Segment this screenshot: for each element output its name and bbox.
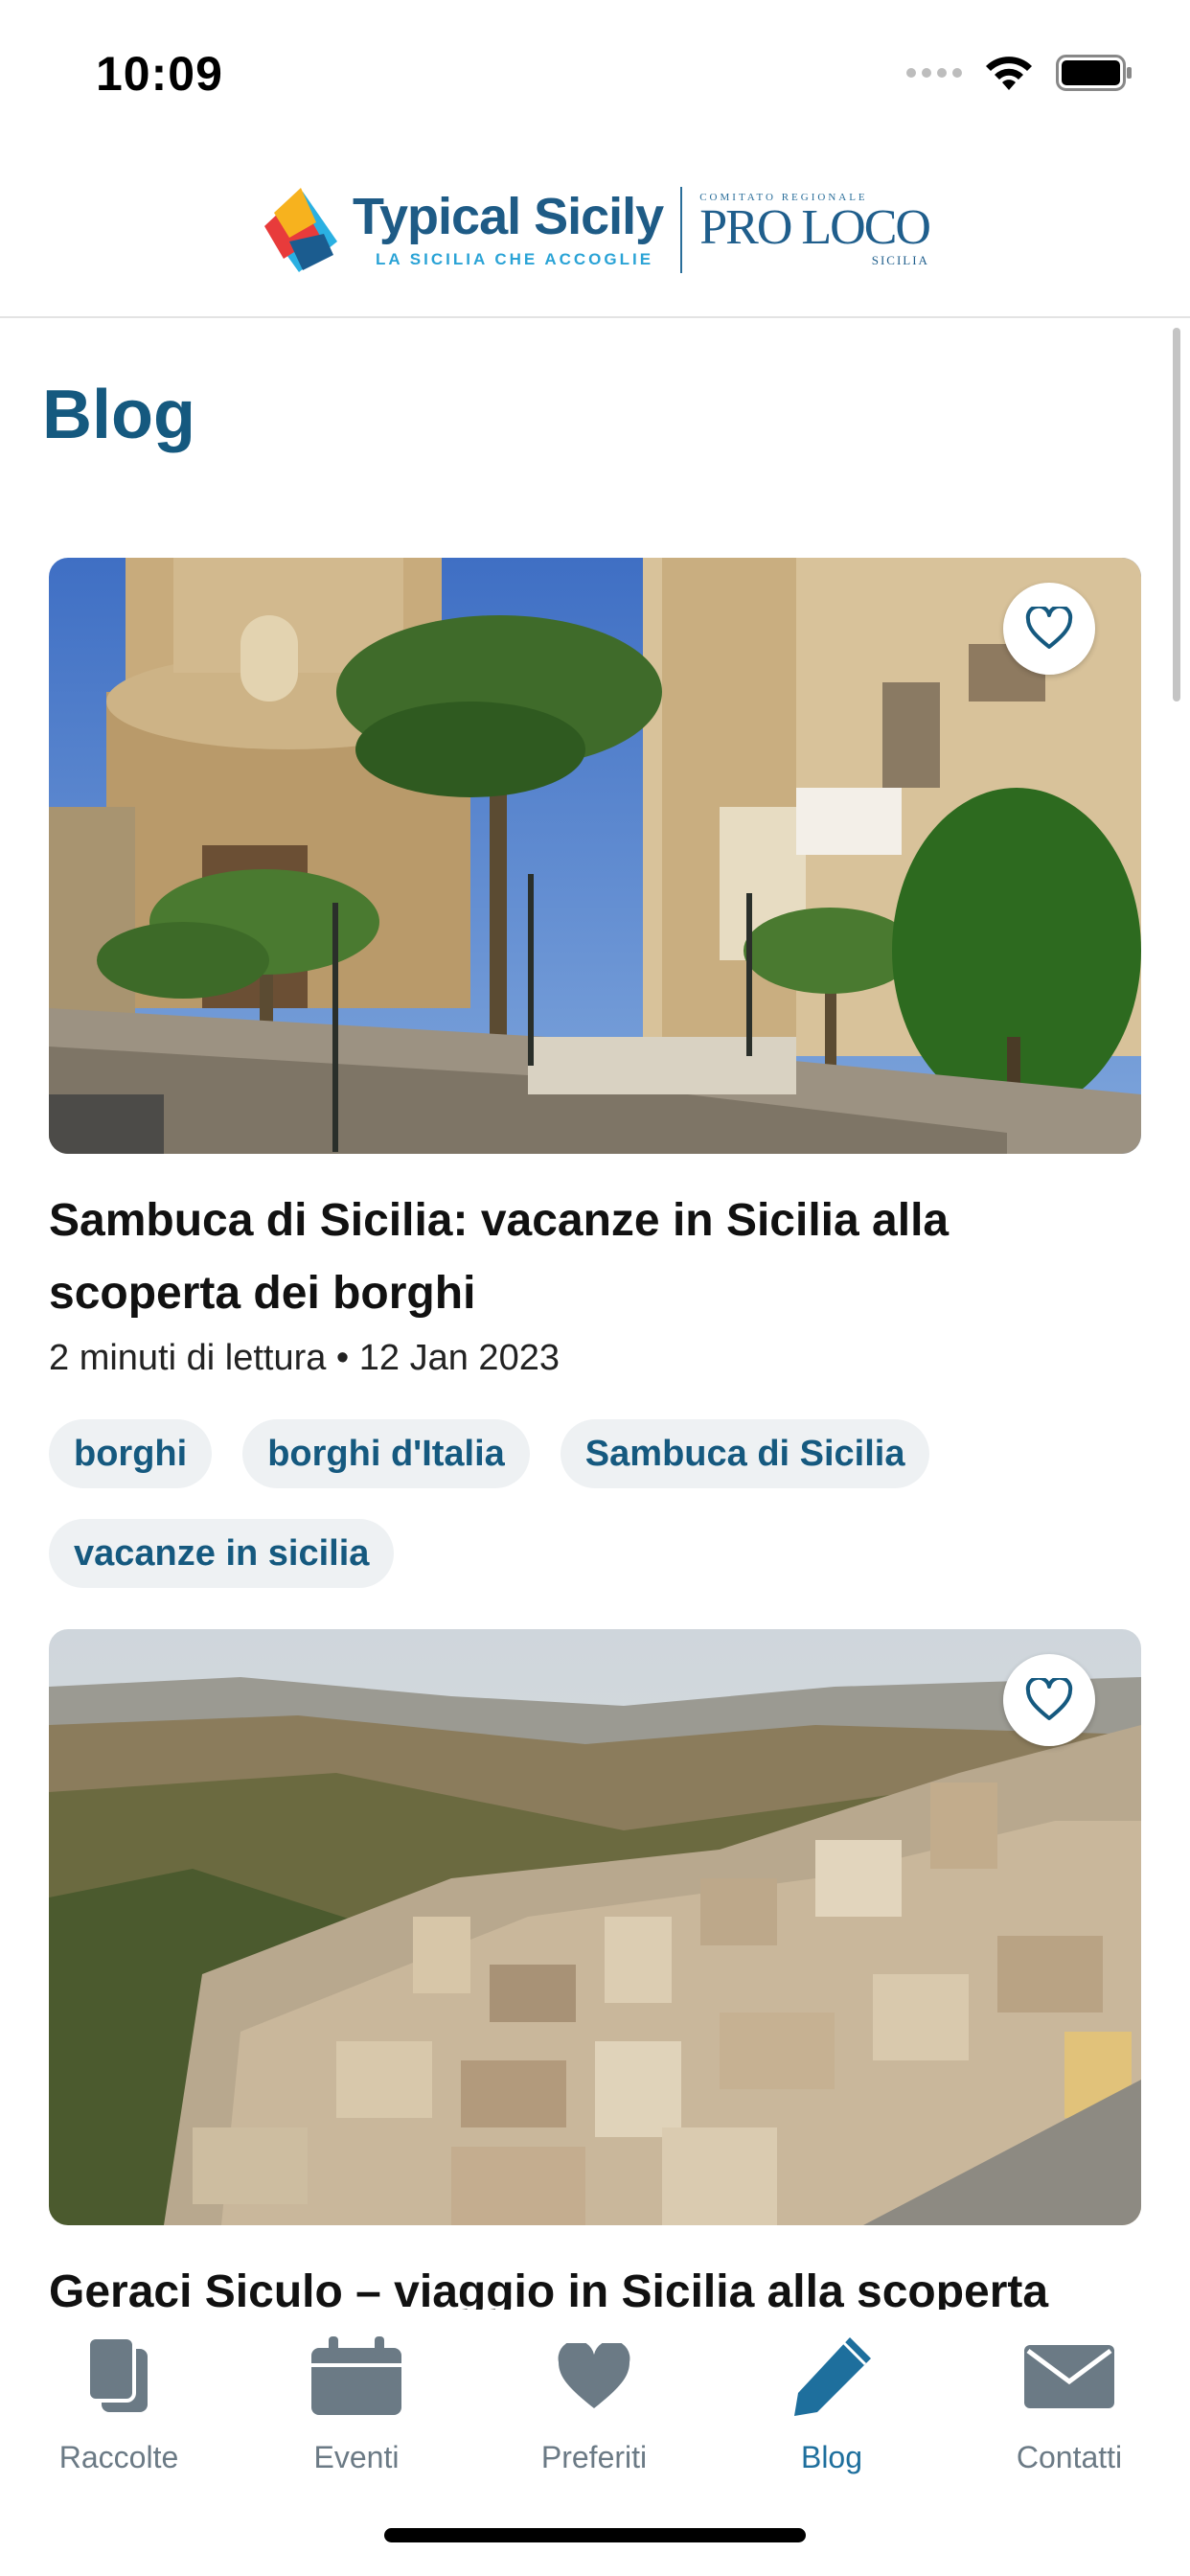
post-meta: 2 minuti di lettura • 12 Jan 2023 xyxy=(49,1338,560,1378)
collections-icon xyxy=(84,2329,153,2425)
blog-post-card[interactable]: Sambuca di Sicilia: vacanze in Sicilia a… xyxy=(49,558,1141,1588)
battery-icon xyxy=(1056,55,1132,91)
typical-sicily-logo: Typical Sicily LA SICILIA CHE ACCOGLIE xyxy=(261,184,664,276)
tab-blog[interactable]: Blog xyxy=(713,2329,950,2475)
status-bar: 10:09 xyxy=(0,0,1190,144)
tab-label: Raccolte xyxy=(58,2440,179,2474)
logo-divider xyxy=(680,187,683,273)
tag-chip[interactable]: Sambuca di Sicilia xyxy=(560,1419,930,1488)
logo-brand-text: Typical Sicily xyxy=(353,188,664,245)
tab-label: Eventi xyxy=(313,2440,400,2474)
heart-outline-icon xyxy=(1025,607,1073,649)
wifi-icon xyxy=(986,57,1032,90)
tab-label: Preferiti xyxy=(540,2440,648,2474)
post-photo-town xyxy=(49,1629,1141,2225)
tag-chip[interactable]: vacanze in sicilia xyxy=(49,1519,395,1588)
tab-eventi[interactable]: Eventi xyxy=(238,2329,475,2475)
status-icons xyxy=(906,54,1133,92)
post-photo-church xyxy=(49,558,1141,1154)
tab-preferiti[interactable]: Preferiti xyxy=(475,2329,713,2475)
logo-tagline: LA SICILIA CHE ACCOGLIE xyxy=(376,250,654,268)
heart-outline-icon xyxy=(1025,1678,1073,1720)
calendar-icon xyxy=(309,2329,403,2425)
post-image[interactable] xyxy=(49,558,1141,1154)
tab-label: Blog xyxy=(800,2440,863,2474)
post-tags: borghi borghi d'Italia Sambuca di Sicili… xyxy=(49,1419,1045,1588)
favorite-button[interactable] xyxy=(1003,1654,1095,1746)
tag-chip[interactable]: borghi d'Italia xyxy=(242,1419,530,1488)
tag-chip[interactable]: borghi xyxy=(49,1419,213,1488)
tab-contatti[interactable]: Contatti xyxy=(950,2329,1188,2475)
heart-icon xyxy=(557,2329,631,2425)
favorite-button[interactable] xyxy=(1003,583,1095,675)
proloco-region: SICILIA xyxy=(871,253,929,267)
home-indicator[interactable] xyxy=(384,2528,806,2542)
scroll-indicator[interactable] xyxy=(1173,328,1180,702)
tab-raccolte[interactable]: Raccolte xyxy=(0,2329,238,2475)
post-title[interactable]: Sambuca di Sicilia: vacanze in Sicilia a… xyxy=(49,1184,1141,1330)
pencil-icon xyxy=(789,2329,875,2425)
status-time: 10:09 xyxy=(96,47,223,101)
envelope-icon xyxy=(1022,2329,1116,2425)
sicily-emblem-icon xyxy=(264,188,338,272)
cellular-signal-icon xyxy=(906,68,962,78)
proloco-name: PRO LOCO xyxy=(699,200,931,255)
app-header: Typical Sicily LA SICILIA CHE ACCOGLIE C… xyxy=(0,144,1190,318)
app-logo: Typical Sicily LA SICILIA CHE ACCOGLIE C… xyxy=(261,184,931,276)
page-title: Blog xyxy=(42,377,195,453)
blog-post-card[interactable]: Geraci Siculo – viaggio in Sicilia alla … xyxy=(49,1629,1141,2329)
post-image[interactable] xyxy=(49,1629,1141,2225)
tab-label: Contatti xyxy=(1016,2440,1123,2474)
proloco-logo: COMITATO REGIONALE PRO LOCO SICILIA xyxy=(699,192,931,268)
